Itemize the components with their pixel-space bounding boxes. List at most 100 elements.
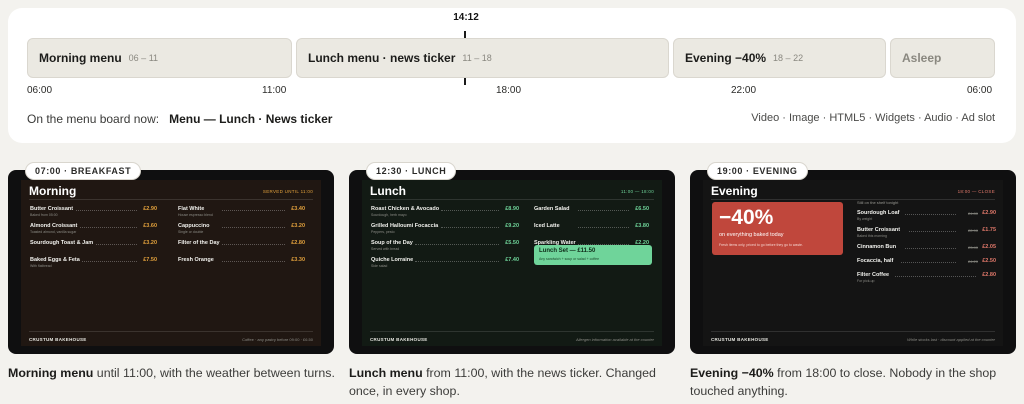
segment-asleep[interactable]: Asleep <box>890 38 995 78</box>
item-old-price: £3.40 <box>967 245 978 250</box>
leader-dots <box>905 214 956 215</box>
board-note: SERVED UNTIL 11:00 <box>262 189 313 194</box>
leader-dots <box>901 262 956 263</box>
item-desc: Baked this morning <box>857 234 887 238</box>
promo-box: −40% on everything baked today Fresh ite… <box>712 202 843 255</box>
item-name: Cappuccino <box>178 223 212 229</box>
menu-item: Filter of the Day £2.80 <box>178 240 305 252</box>
caption-text: until 11:00, with the weather between tu… <box>93 366 335 380</box>
item-name: Garden Salad <box>534 206 572 212</box>
segment-lunch[interactable]: Lunch menu · news ticker 11 – 18 <box>296 38 669 78</box>
item-desc: House espresso blend <box>178 213 213 217</box>
item-price: £2.90 <box>141 206 157 212</box>
item-price: £3.30 <box>289 257 305 263</box>
item-price: £2.80 <box>289 240 305 246</box>
badge-breakfast: 07:00 · BREAKFAST <box>25 162 142 180</box>
content-types: Video · Image · HTML5 · Widgets · Audio … <box>751 112 995 124</box>
item-price: £2.90 <box>982 210 996 216</box>
leader-dots <box>222 244 285 245</box>
item-price: £2.50 <box>982 258 996 264</box>
item-name: Sourdough Toast & Jam <box>30 240 96 246</box>
caption-bold: Morning menu <box>8 366 94 380</box>
caption-lunch: Lunch menu from 11:00, with the news tic… <box>349 364 689 400</box>
segment-name: Asleep <box>902 51 942 65</box>
menu-item: Butter Croissant Baked from 05:00 £2.90 <box>30 206 157 218</box>
divider <box>711 331 995 332</box>
footer-note: Allergen information available at the co… <box>575 337 654 342</box>
item-price: £8.90 <box>503 206 519 212</box>
leader-dots <box>74 261 137 262</box>
segment-name: Lunch menu · news ticker <box>308 51 456 65</box>
segment-evening[interactable]: Evening −40% 18 – 22 <box>673 38 886 78</box>
leader-dots <box>441 210 499 211</box>
item-name: Soup of the Day <box>371 240 415 246</box>
brand-logo: CRUSTUM BAKEHOUSE <box>370 337 428 342</box>
item-desc: Baked from 05:00 <box>30 213 58 217</box>
item-price: £9.20 <box>503 223 519 229</box>
item-desc: Served with bread <box>371 247 400 251</box>
board-note: 11:00 — 18:00 <box>620 189 654 194</box>
caption-bold: Lunch menu <box>349 366 423 380</box>
item-price: £7.50 <box>141 257 157 263</box>
item-desc: Side salad <box>371 264 388 268</box>
divider <box>29 199 313 200</box>
item-price: £7.40 <box>503 257 519 263</box>
leader-dots <box>74 210 137 211</box>
on-board-label: On the menu board now: <box>27 112 160 126</box>
leader-dots <box>578 210 629 211</box>
menu-item: Butter Croissant Baked this morning £2.9… <box>857 227 996 239</box>
menu-item: Garden Salad £6.50 <box>534 206 649 218</box>
item-name: Filter Coffee <box>857 272 890 278</box>
divider <box>711 199 995 200</box>
item-name: Cinnamon Bun <box>857 244 897 250</box>
tick-label: 18:00 <box>496 85 522 96</box>
caption-evening: Evening −40% from 18:00 to close. Nobody… <box>690 364 1020 400</box>
promo-small: Fresh items only, priced to go before th… <box>719 243 803 247</box>
badge-lunch: 12:30 · LUNCH <box>366 162 457 180</box>
menu-item: Roast Chicken & Avocado Sourdough, herb … <box>371 206 519 218</box>
item-name: Butter Croissant <box>30 206 76 212</box>
segment-morning[interactable]: Morning menu 06 – 11 <box>27 38 292 78</box>
brand-logo: CRUSTUM BAKEHOUSE <box>29 337 87 342</box>
item-name: Fresh Orange <box>178 257 216 263</box>
leader-dots <box>909 231 956 232</box>
menu-item: Sourdough Loaf By weight £4.80 £2.90 <box>857 210 996 222</box>
screen-preview-morning[interactable]: Morning SERVED UNTIL 11:00 Butter Croiss… <box>8 170 334 354</box>
menu-item: Sourdough Toast & Jam £3.20 <box>30 240 157 252</box>
menu-board-evening: Evening 18:00 — CLOSE −40% on everything… <box>703 180 1003 346</box>
menu-item: Focaccia, half £4.20 £2.50 <box>857 258 996 270</box>
tick-label: 11:00 <box>262 85 287 96</box>
item-desc: With flatbread <box>30 264 52 268</box>
tick-label: 22:00 <box>731 85 757 96</box>
item-desc: For pick-up <box>857 279 875 283</box>
segment-time: 06 – 11 <box>128 53 159 63</box>
leader-dots <box>905 248 956 249</box>
menu-item: Quiche Lorraine Side salad £7.40 <box>371 257 519 269</box>
item-desc: Single or double <box>178 230 204 234</box>
leader-dots <box>222 210 285 211</box>
caption-bold: Evening −40% <box>690 366 774 380</box>
item-name: Iced Latte <box>534 223 562 229</box>
caption-morning: Morning menu until 11:00, with the weath… <box>8 364 348 382</box>
item-desc: Toasted almond, vanilla sugar <box>30 230 77 234</box>
item-price: £1.75 <box>982 227 996 233</box>
screen-preview-evening[interactable]: Evening 18:00 — CLOSE −40% on everything… <box>690 170 1016 354</box>
leader-dots <box>222 227 285 228</box>
item-name: Roast Chicken & Avocado <box>371 206 442 212</box>
on-board-value: Menu — Lunch · News ticker <box>169 112 333 126</box>
item-name: Almond Croissant <box>30 223 80 229</box>
leader-dots <box>441 227 499 228</box>
board-title: Morning <box>29 184 77 198</box>
item-name: Flat White <box>178 206 207 212</box>
segment-time: 18 – 22 <box>773 53 804 63</box>
item-old-price: £4.20 <box>967 259 978 264</box>
footer-note: While stocks last · discount applied at … <box>907 337 995 342</box>
leader-dots <box>222 261 285 262</box>
set-desc: Any sandwich + soup or salad + coffee <box>539 257 600 261</box>
tick-label: 06:00 <box>967 85 993 96</box>
segment-name: Morning menu <box>39 51 122 65</box>
promo-discount: −40% <box>719 206 774 229</box>
screen-preview-lunch[interactable]: Lunch 11:00 — 18:00 Roast Chicken & Avoc… <box>349 170 675 354</box>
menu-item: Fresh Orange £3.30 <box>178 257 305 269</box>
menu-item: Cinnamon Bun £3.40 £2.05 <box>857 244 996 256</box>
